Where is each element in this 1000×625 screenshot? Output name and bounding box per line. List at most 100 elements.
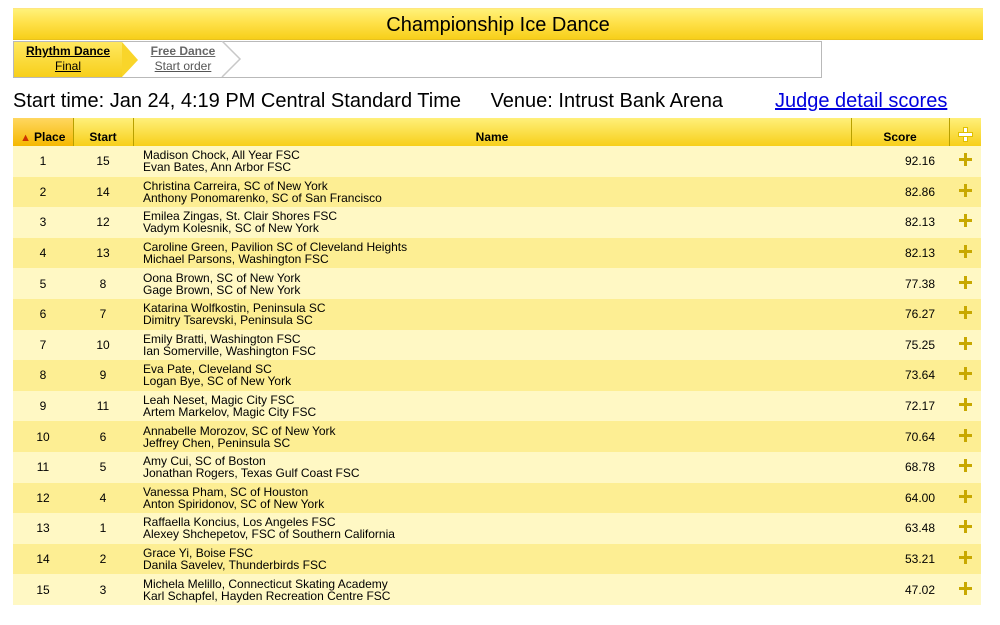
cell-place: 7 xyxy=(13,329,73,361)
header-start[interactable]: Start xyxy=(73,118,134,146)
header-name[interactable]: Name xyxy=(133,118,852,146)
table-row: 5 8 Oona Brown, SC of New York Gage Brown, … xyxy=(13,268,981,299)
cell-start: 13 xyxy=(73,237,133,269)
tab-free-dance-label[interactable]: Free Dance xyxy=(138,44,228,59)
cell-expand xyxy=(949,176,981,208)
tab-free-dance-sub[interactable]: Start order xyxy=(138,59,228,74)
skater-2: Vadym Kolesnik, SC of New York xyxy=(143,221,319,236)
skater-2: Dimitry Tsarevski, Peninsula SC xyxy=(143,313,313,328)
cell-name: Eva Pate, Cleveland SC Logan Bye, SC of N… xyxy=(133,360,851,391)
skater-1: Annabelle Morozov, SC of New York xyxy=(143,423,336,438)
plus-icon[interactable] xyxy=(958,153,972,167)
cell-name: Michela Melillo, Connecticut Skating Aca… xyxy=(133,574,851,605)
cell-score: 64.00 xyxy=(851,482,949,514)
cell-place: 11 xyxy=(13,451,73,483)
skater-1: Oona Brown, SC of New York xyxy=(143,270,301,285)
cell-name: Raffaella Koncius, Los Angeles FSC Alexey… xyxy=(133,513,851,544)
cell-place: 1 xyxy=(13,146,73,177)
cell-start: 11 xyxy=(73,390,133,422)
table-row: 6 7 Katarina Wolfkostin, Peninsula SC Dimit… xyxy=(13,298,981,330)
header-place[interactable]: ▲ Place xyxy=(13,118,74,146)
tab-rhythm-dance-label[interactable]: Rhythm Dance xyxy=(14,44,122,59)
plus-icon[interactable] xyxy=(958,428,972,442)
plus-icon[interactable] xyxy=(958,367,972,381)
skater-1: Michela Melillo, Connecticut Skating Aca… xyxy=(143,576,388,591)
cell-score: 77.38 xyxy=(851,268,949,299)
tab-free-dance[interactable]: Free Dance Start order xyxy=(138,41,242,77)
plus-icon[interactable] xyxy=(958,214,972,228)
skater-2: Alexey Shchepetov, FSC of Southern Calif… xyxy=(143,527,395,542)
cell-start: 5 xyxy=(73,451,133,483)
table-row: 9 11 Leah Neset, Magic City FSC Artem Marke… xyxy=(13,390,981,422)
cell-score: 73.64 xyxy=(851,360,949,391)
tab-rhythm-dance-sub[interactable]: Final xyxy=(14,59,122,74)
cell-name: Vanessa Pham, SC of Houston Anton Spirido… xyxy=(133,482,851,514)
plus-icon[interactable] xyxy=(958,398,972,412)
cell-name: Amy Cui, SC of Boston Jonathan Rogers, Te… xyxy=(133,451,851,483)
cell-score: 72.17 xyxy=(851,390,949,422)
cell-start: 14 xyxy=(73,176,133,208)
cell-score: 53.21 xyxy=(851,543,949,575)
cell-expand xyxy=(949,390,981,422)
sort-descending-icon: ▲ xyxy=(20,132,32,144)
cell-start: 1 xyxy=(73,513,133,544)
skater-2: Jonathan Rogers, Texas Gulf Coast FSC xyxy=(143,466,360,481)
header-score[interactable]: Score xyxy=(851,118,950,146)
plus-icon[interactable] xyxy=(958,306,972,320)
cell-expand xyxy=(949,360,981,391)
cell-name: Katarina Wolfkostin, Peninsula SC Dimitry… xyxy=(133,298,851,330)
cell-place: 6 xyxy=(13,298,73,330)
cell-name: Grace Yi, Boise FSC Danila Savelev, Thund… xyxy=(133,543,851,575)
cell-expand xyxy=(949,207,981,238)
header-score-label: Score xyxy=(883,130,917,144)
table-row: 11 5 Amy Cui, SC of Boston Jonathan Rogers,… xyxy=(13,451,981,483)
skater-2: Anthony Ponomarenko, SC of San Francisco xyxy=(143,190,382,205)
cell-start: 12 xyxy=(73,207,133,238)
cell-score: 47.02 xyxy=(851,574,949,605)
table-row: 4 13 Caroline Green, Pavilion SC of Clevel… xyxy=(13,237,981,269)
cell-start: 8 xyxy=(73,268,133,299)
cell-place: 5 xyxy=(13,268,73,299)
cell-score: 68.78 xyxy=(851,451,949,483)
table-header-row: ▲ Place Start Name Score xyxy=(13,118,981,146)
table-row: 8 9 Eva Pate, Cleveland SC Logan Bye, SC of… xyxy=(13,360,981,391)
cell-start: 6 xyxy=(73,421,133,452)
table-row: 13 1 Raffaella Koncius, Los Angeles FSC Ale… xyxy=(13,513,981,544)
skater-2: Jeffrey Chen, Peninsula SC xyxy=(143,435,291,450)
cell-name: Madison Chock, All Year FSC Evan Bates, A… xyxy=(133,146,851,177)
plus-icon[interactable] xyxy=(958,581,972,595)
cell-score: 82.13 xyxy=(851,207,949,238)
cell-name: Emilea Zingas, St. Clair Shores FSC Vadym… xyxy=(133,207,851,238)
cell-place: 15 xyxy=(13,574,73,605)
judge-detail-scores-link[interactable]: Judge detail scores xyxy=(775,90,947,113)
plus-icon[interactable] xyxy=(958,551,972,565)
plus-icon[interactable] xyxy=(958,128,972,141)
plus-icon[interactable] xyxy=(958,459,972,473)
skater-2: Karl Schapfel, Hayden Recreation Centre … xyxy=(143,588,391,603)
cell-name: Leah Neset, Magic City FSC Artem Markelov… xyxy=(133,390,851,422)
chevron-right-icon xyxy=(221,41,242,77)
plus-icon[interactable] xyxy=(958,520,972,534)
table-row: 2 14 Christina Carreira, SC of New York Ant… xyxy=(13,176,981,208)
tab-rhythm-dance[interactable]: Rhythm Dance Final xyxy=(14,42,138,77)
cell-score: 75.25 xyxy=(851,329,949,361)
cell-place: 9 xyxy=(13,390,73,422)
cell-expand xyxy=(949,574,981,605)
cell-name: Caroline Green, Pavilion SC of Cleveland… xyxy=(133,237,851,269)
header-expand-all[interactable] xyxy=(949,118,981,146)
cell-place: 14 xyxy=(13,543,73,575)
cell-expand xyxy=(949,543,981,575)
skater-2: Evan Bates, Ann Arbor FSC xyxy=(143,160,292,175)
header-place-label: Place xyxy=(34,130,66,144)
plus-icon[interactable] xyxy=(958,336,972,350)
plus-icon[interactable] xyxy=(958,275,972,289)
skater-2: Logan Bye, SC of New York xyxy=(143,374,292,389)
cell-start: 4 xyxy=(73,482,133,514)
cell-expand xyxy=(949,237,981,269)
header-name-label: Name xyxy=(475,130,509,144)
plus-icon[interactable] xyxy=(958,183,972,197)
plus-icon[interactable] xyxy=(958,245,972,259)
plus-icon[interactable] xyxy=(958,489,972,503)
cell-expand xyxy=(949,421,981,452)
cell-name: Christina Carreira, SC of New York Anthon… xyxy=(133,176,851,208)
